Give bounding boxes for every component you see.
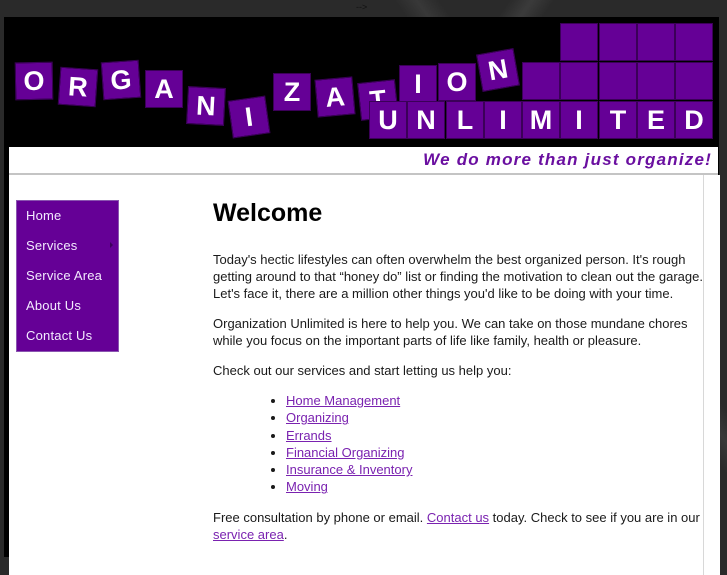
content-edge — [703, 175, 720, 575]
list-item: Financial Organizing — [286, 444, 703, 461]
service-link-moving[interactable]: Moving — [286, 479, 328, 494]
decor-tile — [675, 62, 713, 100]
intro-paragraph: Today's hectic lifestyles can often over… — [213, 252, 703, 301]
logo-tile: I — [560, 101, 598, 139]
nav-item-home[interactable]: Home — [17, 201, 118, 231]
page-container: O R G A N I Z A T I O N U N L I M I T E … — [4, 17, 720, 575]
logo-tile: O — [438, 63, 476, 101]
nav-item-services[interactable]: Services — [17, 231, 118, 261]
logo-tile: L — [446, 101, 484, 139]
logo-tile: I — [227, 95, 271, 139]
logo-tile: O — [14, 61, 54, 101]
nav-item-contact-us[interactable]: Contact Us — [17, 321, 118, 351]
service-link-organizing[interactable]: Organizing — [286, 410, 349, 425]
service-link-financial-organizing[interactable]: Financial Organizing — [286, 445, 405, 460]
logo-tile: N — [186, 86, 226, 126]
decor-tile — [599, 62, 637, 100]
logo-tile: D — [675, 101, 713, 139]
header-banner: O R G A N I Z A T I O N U N L I M I T E … — [4, 17, 719, 147]
nav-item-about-us[interactable]: About Us — [17, 291, 118, 321]
list-item: Errands — [286, 427, 703, 444]
main-content: Welcome Today's hectic lifestyles can of… — [213, 197, 703, 556]
decor-tile — [560, 23, 598, 61]
service-area-link[interactable]: service area — [213, 527, 284, 542]
logo-tile: I — [399, 65, 437, 103]
decor-tile — [675, 23, 713, 61]
logo-tile: Z — [273, 73, 311, 111]
service-link-home-management[interactable]: Home Management — [286, 393, 400, 408]
decor-tile — [560, 62, 598, 100]
service-link-errands[interactable]: Errands — [286, 428, 332, 443]
consultation-text: . — [283, 526, 288, 542]
logo-tile: I — [484, 101, 522, 139]
logo-tile: A — [145, 70, 183, 108]
content-area: Home Services Service Area About Us Cont… — [9, 175, 703, 575]
nav-item-label: Services — [26, 238, 78, 253]
stray-comment-text: --> — [356, 2, 368, 12]
logo-tile: R — [57, 66, 99, 108]
page-title: Welcome — [213, 199, 323, 227]
decor-tile — [637, 62, 675, 100]
logo-tile: U — [369, 101, 407, 139]
services-intro: Check out our services and start letting… — [213, 363, 512, 378]
tagline: We do more than just organize! — [423, 150, 712, 169]
logo-tile: G — [100, 59, 142, 101]
logo-tile: M — [522, 101, 560, 139]
logo-tile: N — [475, 47, 521, 93]
tagline-bar: We do more than just organize! — [9, 147, 718, 175]
consultation-text: Free consultation by phone or email. — [213, 509, 427, 525]
nav-item-label: Contact Us — [26, 328, 93, 343]
logo-tile: A — [314, 76, 356, 118]
decor-tile — [599, 23, 637, 61]
sidebar-nav: Home Services Service Area About Us Cont… — [16, 200, 119, 352]
consultation-paragraph: Free consultation by phone or email. Con… — [213, 509, 703, 543]
contact-us-link[interactable]: Contact us — [427, 510, 489, 525]
logo-tile: N — [407, 101, 445, 139]
consultation-text: today. Check to see if you are in our — [489, 509, 700, 525]
logo-tile: T — [599, 101, 637, 139]
nav-item-service-area[interactable]: Service Area — [17, 261, 118, 291]
list-item: Insurance & Inventory — [286, 461, 703, 478]
about-paragraph: Organization Unlimited is here to help y… — [213, 316, 688, 348]
decor-tile — [522, 62, 560, 100]
decor-tile — [637, 23, 675, 61]
list-item: Moving — [286, 478, 703, 495]
submenu-arrow-icon — [110, 242, 113, 248]
nav-item-label: About Us — [26, 298, 82, 313]
nav-item-label: Home — [26, 208, 62, 223]
services-list: Home Management Organizing Errands Finan… — [213, 392, 703, 496]
list-item: Home Management — [286, 392, 703, 409]
logo-tile: E — [637, 101, 675, 139]
list-item: Organizing — [286, 409, 703, 426]
nav-item-label: Service Area — [26, 268, 103, 283]
service-link-insurance-inventory[interactable]: Insurance & Inventory — [286, 462, 412, 477]
